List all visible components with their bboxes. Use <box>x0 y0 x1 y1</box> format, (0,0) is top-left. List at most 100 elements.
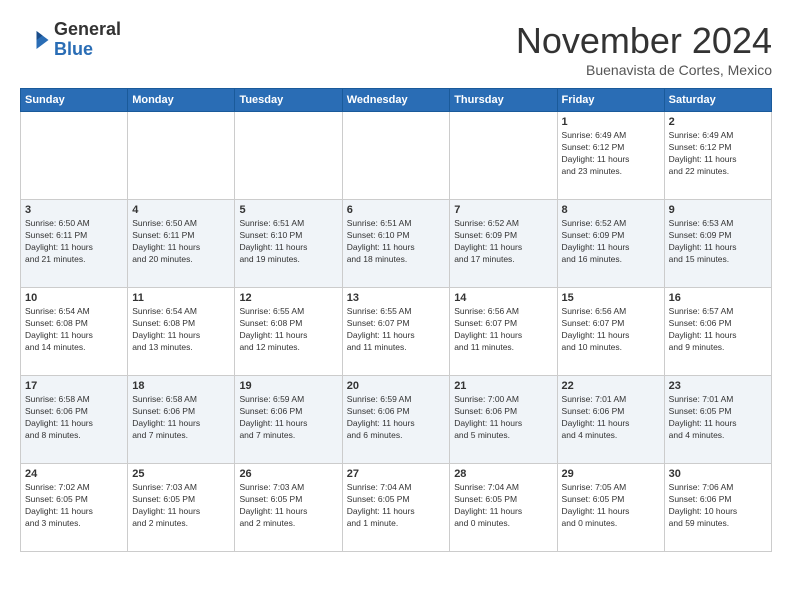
day-number: 15 <box>562 292 660 304</box>
week-row-1: 1Sunrise: 6:49 AM Sunset: 6:12 PM Daylig… <box>21 112 772 200</box>
day-number: 11 <box>132 292 230 304</box>
title-block: November 2024 Buenavista de Cortes, Mexi… <box>516 20 772 78</box>
header-cell-sunday: Sunday <box>21 89 128 112</box>
day-info: Sunrise: 7:05 AM Sunset: 6:05 PM Dayligh… <box>562 482 660 530</box>
day-info: Sunrise: 6:58 AM Sunset: 6:06 PM Dayligh… <box>132 394 230 442</box>
day-number: 24 <box>25 468 123 480</box>
day-info: Sunrise: 6:59 AM Sunset: 6:06 PM Dayligh… <box>239 394 337 442</box>
day-number: 29 <box>562 468 660 480</box>
day-info: Sunrise: 6:59 AM Sunset: 6:06 PM Dayligh… <box>347 394 445 442</box>
day-info: Sunrise: 6:51 AM Sunset: 6:10 PM Dayligh… <box>239 218 337 266</box>
day-cell: 19 Sunrise: 6:59 AM Sunset: 6:06 PM Dayli… <box>235 376 342 464</box>
day-cell <box>21 112 128 200</box>
day-info: Sunrise: 7:04 AM Sunset: 6:05 PM Dayligh… <box>347 482 445 530</box>
day-info: Sunrise: 6:51 AM Sunset: 6:10 PM Dayligh… <box>347 218 445 266</box>
day-cell: 18 Sunrise: 6:58 AM Sunset: 6:06 PM Dayli… <box>128 376 235 464</box>
day-info: Sunrise: 6:52 AM Sunset: 6:09 PM Dayligh… <box>562 218 660 266</box>
day-info: Sunrise: 6:52 AM Sunset: 6:09 PM Dayligh… <box>454 218 552 266</box>
logo-icon <box>20 25 50 55</box>
day-cell: 11 Sunrise: 6:54 AM Sunset: 6:08 PM Dayli… <box>128 288 235 376</box>
day-number: 21 <box>454 380 552 392</box>
day-number: 4 <box>132 204 230 216</box>
day-info: Sunrise: 6:57 AM Sunset: 6:06 PM Dayligh… <box>669 306 767 354</box>
day-cell: 4 Sunrise: 6:50 AM Sunset: 6:11 PM Daylig… <box>128 200 235 288</box>
day-info: Sunrise: 6:49 AM Sunset: 6:12 PM Dayligh… <box>562 130 660 178</box>
day-cell: 9 Sunrise: 6:53 AM Sunset: 6:09 PM Daylig… <box>664 200 771 288</box>
week-row-5: 24 Sunrise: 7:02 AM Sunset: 6:05 PM Dayli… <box>21 464 772 552</box>
day-number: 9 <box>669 204 767 216</box>
day-cell: 8 Sunrise: 6:52 AM Sunset: 6:09 PM Daylig… <box>557 200 664 288</box>
day-number: 14 <box>454 292 552 304</box>
day-number: 18 <box>132 380 230 392</box>
day-cell: 3Sunrise: 6:50 AM Sunset: 6:11 PM Daylig… <box>21 200 128 288</box>
day-cell: 28 Sunrise: 7:04 AM Sunset: 6:05 PM Dayli… <box>450 464 557 552</box>
day-info: Sunrise: 6:56 AM Sunset: 6:07 PM Dayligh… <box>454 306 552 354</box>
day-info: Sunrise: 6:54 AM Sunset: 6:08 PM Dayligh… <box>25 306 123 354</box>
day-number: 10 <box>25 292 123 304</box>
day-info: Sunrise: 6:49 AM Sunset: 6:12 PM Dayligh… <box>669 130 767 178</box>
day-cell: 24 Sunrise: 7:02 AM Sunset: 6:05 PM Dayli… <box>21 464 128 552</box>
day-info: Sunrise: 6:53 AM Sunset: 6:09 PM Dayligh… <box>669 218 767 266</box>
day-info: Sunrise: 6:56 AM Sunset: 6:07 PM Dayligh… <box>562 306 660 354</box>
month-title: November 2024 <box>516 20 772 62</box>
day-info: Sunrise: 7:01 AM Sunset: 6:06 PM Dayligh… <box>562 394 660 442</box>
day-cell <box>342 112 449 200</box>
day-number: 23 <box>669 380 767 392</box>
calendar-table: SundayMondayTuesdayWednesdayThursdayFrid… <box>20 88 772 552</box>
logo-text: General Blue <box>54 20 121 60</box>
day-cell: 22 Sunrise: 7:01 AM Sunset: 6:06 PM Dayli… <box>557 376 664 464</box>
day-cell: 17 Sunrise: 6:58 AM Sunset: 6:06 PM Dayli… <box>21 376 128 464</box>
day-number: 19 <box>239 380 337 392</box>
day-number: 12 <box>239 292 337 304</box>
day-cell: 10 Sunrise: 6:54 AM Sunset: 6:08 PM Dayli… <box>21 288 128 376</box>
day-number: 20 <box>347 380 445 392</box>
week-row-4: 17 Sunrise: 6:58 AM Sunset: 6:06 PM Dayli… <box>21 376 772 464</box>
day-cell: 14 Sunrise: 6:56 AM Sunset: 6:07 PM Dayli… <box>450 288 557 376</box>
day-info: Sunrise: 7:02 AM Sunset: 6:05 PM Dayligh… <box>25 482 123 530</box>
day-info: Sunrise: 7:06 AM Sunset: 6:06 PM Dayligh… <box>669 482 767 530</box>
day-cell <box>450 112 557 200</box>
week-row-3: 10 Sunrise: 6:54 AM Sunset: 6:08 PM Dayli… <box>21 288 772 376</box>
logo-blue: Blue <box>54 40 121 60</box>
day-cell: 13Sunrise: 6:55 AM Sunset: 6:07 PM Dayli… <box>342 288 449 376</box>
header-cell-wednesday: Wednesday <box>342 89 449 112</box>
logo-general: General <box>54 20 121 40</box>
day-info: Sunrise: 7:03 AM Sunset: 6:05 PM Dayligh… <box>132 482 230 530</box>
header-cell-thursday: Thursday <box>450 89 557 112</box>
day-number: 13 <box>347 292 445 304</box>
day-cell: 30 Sunrise: 7:06 AM Sunset: 6:06 PM Dayli… <box>664 464 771 552</box>
day-cell <box>235 112 342 200</box>
day-number: 25 <box>132 468 230 480</box>
header-row: SundayMondayTuesdayWednesdayThursdayFrid… <box>21 89 772 112</box>
day-info: Sunrise: 6:58 AM Sunset: 6:06 PM Dayligh… <box>25 394 123 442</box>
day-info: Sunrise: 6:54 AM Sunset: 6:08 PM Dayligh… <box>132 306 230 354</box>
day-number: 2 <box>669 116 767 128</box>
day-info: Sunrise: 6:50 AM Sunset: 6:11 PM Dayligh… <box>25 218 123 266</box>
day-number: 16 <box>669 292 767 304</box>
header-cell-monday: Monday <box>128 89 235 112</box>
header-cell-tuesday: Tuesday <box>235 89 342 112</box>
day-cell: 21Sunrise: 7:00 AM Sunset: 6:06 PM Dayli… <box>450 376 557 464</box>
day-number: 30 <box>669 468 767 480</box>
day-number: 6 <box>347 204 445 216</box>
day-cell: 2 Sunrise: 6:49 AM Sunset: 6:12 PM Daylig… <box>664 112 771 200</box>
day-info: Sunrise: 7:04 AM Sunset: 6:05 PM Dayligh… <box>454 482 552 530</box>
day-cell: 26Sunrise: 7:03 AM Sunset: 6:05 PM Dayli… <box>235 464 342 552</box>
day-number: 7 <box>454 204 552 216</box>
day-cell: 20 Sunrise: 6:59 AM Sunset: 6:06 PM Dayli… <box>342 376 449 464</box>
page-header: General Blue November 2024 Buenavista de… <box>20 20 772 78</box>
day-cell: 27 Sunrise: 7:04 AM Sunset: 6:05 PM Dayli… <box>342 464 449 552</box>
day-cell: 29 Sunrise: 7:05 AM Sunset: 6:05 PM Dayli… <box>557 464 664 552</box>
day-number: 17 <box>25 380 123 392</box>
day-number: 8 <box>562 204 660 216</box>
day-number: 22 <box>562 380 660 392</box>
day-number: 28 <box>454 468 552 480</box>
day-cell: 6 Sunrise: 6:51 AM Sunset: 6:10 PM Daylig… <box>342 200 449 288</box>
day-info: Sunrise: 7:03 AM Sunset: 6:05 PM Dayligh… <box>239 482 337 530</box>
day-number: 27 <box>347 468 445 480</box>
day-info: Sunrise: 6:50 AM Sunset: 6:11 PM Dayligh… <box>132 218 230 266</box>
day-number: 5 <box>239 204 337 216</box>
location-title: Buenavista de Cortes, Mexico <box>516 62 772 78</box>
day-cell: 5 Sunrise: 6:51 AM Sunset: 6:10 PM Daylig… <box>235 200 342 288</box>
day-cell: 1Sunrise: 6:49 AM Sunset: 6:12 PM Daylig… <box>557 112 664 200</box>
